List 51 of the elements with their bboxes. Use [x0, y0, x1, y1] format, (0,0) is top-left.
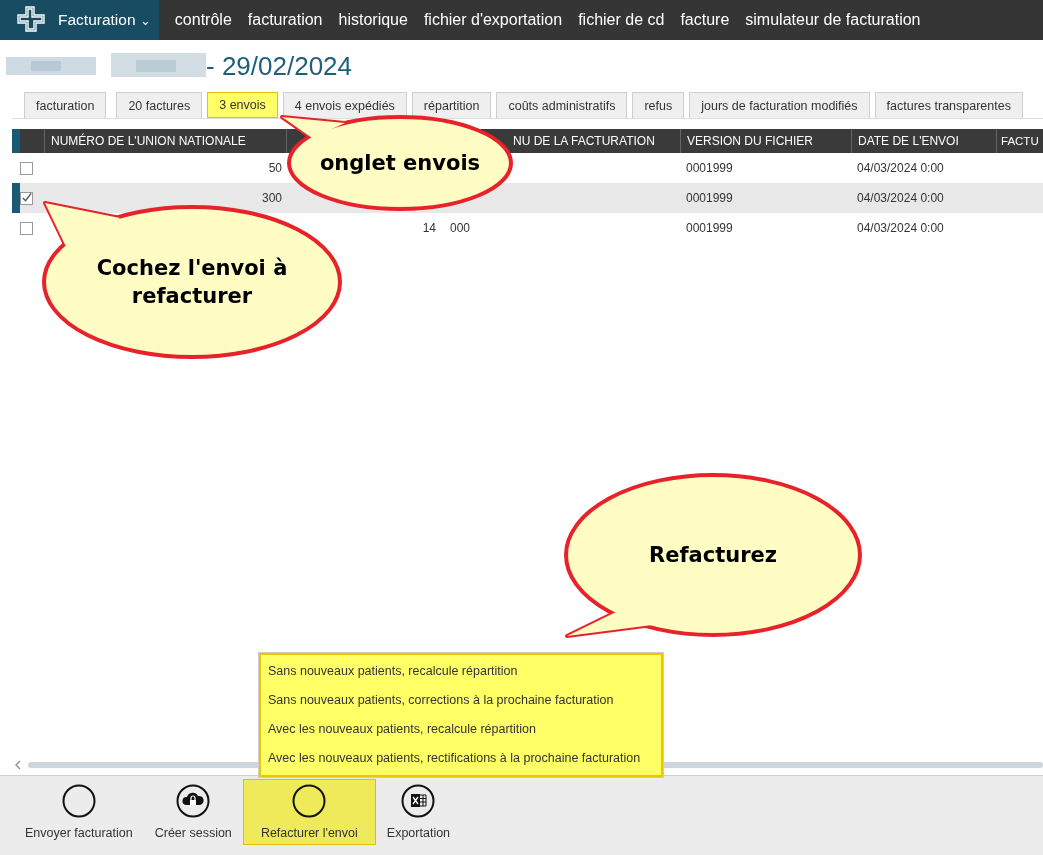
- nav-link[interactable]: fichier d'exportation: [423, 11, 563, 29]
- nav-link[interactable]: fichier de cd: [578, 11, 665, 29]
- nav-link[interactable]: facturation: [247, 11, 323, 29]
- nav-link[interactable]: contrôle: [174, 11, 232, 29]
- toolbar-button[interactable]: Envoyer facturation: [14, 779, 144, 845]
- callout-tooltip: Refacturez: [564, 473, 862, 638]
- row-checkbox[interactable]: [20, 161, 33, 175]
- toolbar-button[interactable]: Créer session: [143, 779, 243, 845]
- callout-tooltip: Cochez l'envoi à refacturer: [42, 201, 342, 359]
- tab[interactable]: factures transparentes: [874, 92, 1023, 118]
- toolbar-button[interactable]: Refacturer l'envoi: [242, 779, 376, 845]
- menu-item[interactable]: Avec les nouveaux patients, rectifications à la prochaine facturation: [261, 744, 661, 773]
- toolbar-button[interactable]: Exportation: [375, 779, 462, 845]
- tab[interactable]: facturation: [24, 92, 107, 118]
- spreadsheet-icon: [401, 784, 436, 818]
- header-accent: [12, 129, 20, 153]
- tab[interactable]: 4 envois expédiés: [282, 92, 407, 118]
- row-checkbox[interactable]: [20, 221, 33, 235]
- tab[interactable]: refus: [632, 92, 685, 118]
- column-header[interactable]: FACTU: [1001, 135, 1039, 147]
- table-cell: 04/03/2024 0:00: [857, 161, 944, 175]
- table-cell: 000: [450, 221, 471, 235]
- menu-item[interactable]: Avec les nouveaux patients, recalcule répartition: [261, 715, 661, 744]
- nav-link[interactable]: facture: [680, 11, 730, 29]
- column-header[interactable]: VERSION DU FICHIER: [687, 134, 813, 148]
- tab[interactable]: répartition: [411, 92, 492, 118]
- scroll-left-icon[interactable]: [14, 760, 22, 770]
- row-checkbox[interactable]: [20, 191, 33, 205]
- table-cell: 0001999: [686, 161, 733, 175]
- table-cell: 14: [422, 221, 436, 235]
- menu-item[interactable]: Sans nouveaux patients, recalcule répartition: [261, 657, 661, 686]
- nav-link[interactable]: historique: [338, 11, 408, 29]
- menu-item[interactable]: Sans nouveaux patients, corrections à la prochaine facturation: [261, 686, 661, 715]
- selection-marker: [12, 183, 20, 213]
- nav-link[interactable]: simulateur de facturation: [745, 11, 921, 29]
- table-cell: 04/03/2024 0:00: [857, 221, 944, 235]
- table-cell: 04/03/2024 0:00: [857, 191, 944, 205]
- table-cell: 0001999: [686, 191, 733, 205]
- circle-icon: [292, 784, 327, 818]
- table-cell: 50: [268, 161, 282, 175]
- column-header[interactable]: NUMÉRO DE L'UNION NATIONALE: [51, 134, 246, 148]
- cloud-lock-icon: [176, 784, 211, 818]
- tab[interactable]: jours de facturation modifiés: [689, 92, 870, 118]
- column-header[interactable]: NU DE LA FACTURATION: [513, 134, 655, 148]
- page-title: - 29/02/2024: [206, 50, 352, 82]
- tab[interactable]: coûts administratifs: [496, 92, 628, 118]
- tab[interactable]: 20 factures: [116, 92, 203, 118]
- column-header[interactable]: DATE DE L'ENVOI: [858, 134, 959, 148]
- table-cell: 0001999: [686, 221, 733, 235]
- tab[interactable]: 3 envois: [207, 92, 278, 118]
- circle-icon: [61, 784, 96, 818]
